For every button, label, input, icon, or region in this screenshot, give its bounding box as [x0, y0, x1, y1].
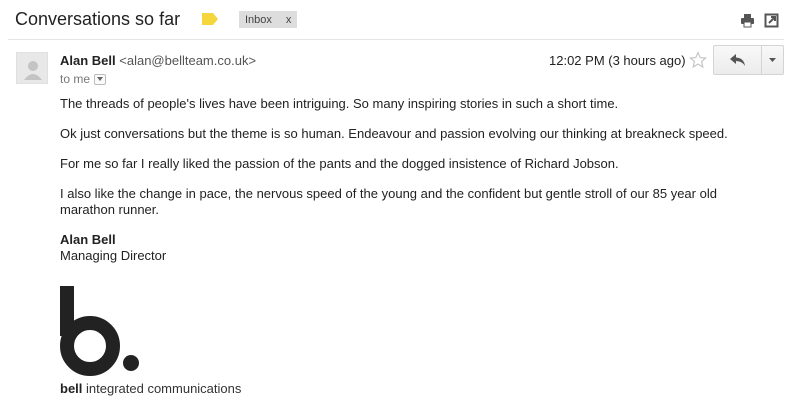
- body-paragraph: The threads of people's lives have been …: [60, 96, 619, 111]
- signature-title: Managing Director: [60, 248, 167, 263]
- more-actions-button[interactable]: [762, 46, 783, 74]
- body-paragraph: For me so far I really liked the passion…: [60, 156, 619, 171]
- reply-button[interactable]: [714, 46, 762, 74]
- signature-name: Alan Bell: [60, 232, 116, 247]
- company-name-rest: integrated communications: [82, 381, 242, 396]
- reply-button-group: [713, 45, 784, 75]
- bell-logo: [60, 286, 139, 376]
- message-timestamp: 12:02 PM (3 hours ago): [549, 53, 686, 68]
- sender-name[interactable]: Alan Bell: [60, 53, 116, 68]
- thread-header: Conversations so far Inbox x: [0, 0, 797, 40]
- recipient-text: to me: [60, 72, 91, 86]
- label-tag-icon[interactable]: [202, 13, 218, 25]
- avatar-icon[interactable]: [16, 52, 48, 84]
- message-body: The threads of people's lives have been …: [60, 96, 760, 264]
- reply-icon: [729, 54, 745, 66]
- body-paragraph: I also like the change in pace, the nerv…: [60, 186, 717, 217]
- signature: Alan Bell Managing Director: [60, 232, 760, 264]
- body-paragraph: Ok just conversations but the theme is s…: [60, 126, 728, 141]
- print-icon[interactable]: [740, 13, 755, 28]
- star-icon[interactable]: [689, 51, 707, 69]
- sender-line: Alan Bell <alan@bellteam.co.uk>: [60, 53, 256, 68]
- chevron-down-icon: [97, 77, 104, 81]
- sender-email: <alan@bellteam.co.uk>: [119, 53, 257, 68]
- show-details-button[interactable]: [94, 73, 107, 85]
- recipient-line: to me: [60, 72, 107, 86]
- inbox-label-chip[interactable]: Inbox x: [239, 11, 298, 28]
- company-caption: bell integrated communications: [60, 381, 241, 396]
- chevron-down-icon: [769, 58, 776, 62]
- header-divider: [8, 39, 784, 40]
- popout-icon[interactable]: [764, 13, 779, 28]
- thread-subject: Conversations so far: [15, 9, 181, 29]
- remove-label-button[interactable]: x: [286, 14, 292, 26]
- company-name-bold: bell: [60, 381, 83, 396]
- inbox-label-text: Inbox: [245, 14, 272, 26]
